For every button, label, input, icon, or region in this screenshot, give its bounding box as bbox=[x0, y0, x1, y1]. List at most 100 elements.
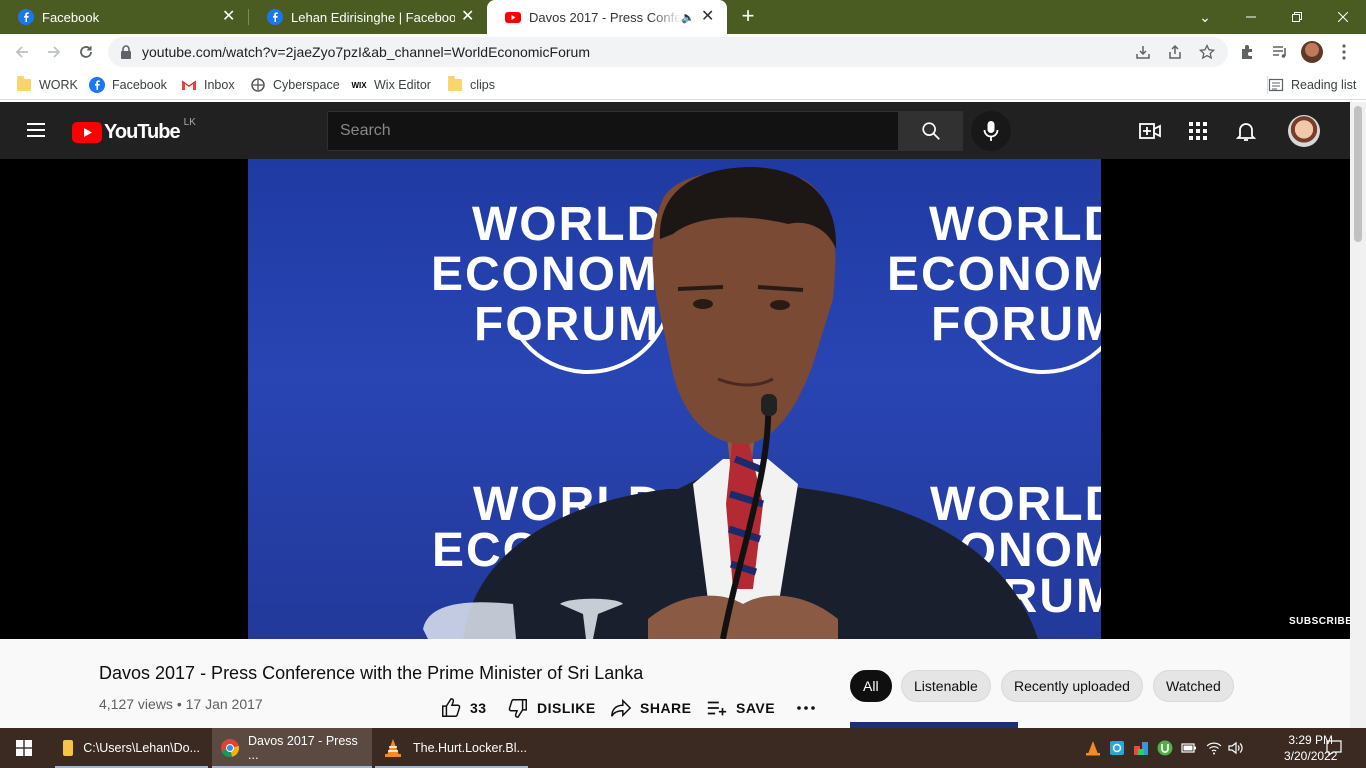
account-avatar[interactable] bbox=[1288, 115, 1320, 147]
new-tab-button[interactable]: + bbox=[736, 5, 760, 29]
kebab-menu-icon[interactable] bbox=[1334, 42, 1354, 62]
browser-toolbar: youtube.com/watch?v=2jaeZyo7pzI&ab_chann… bbox=[0, 34, 1366, 70]
reload-button[interactable] bbox=[73, 40, 99, 64]
close-icon bbox=[1338, 12, 1348, 22]
notifications-bell-icon[interactable] bbox=[1234, 119, 1258, 143]
create-video-icon[interactable] bbox=[1138, 119, 1162, 143]
media-controls-icon[interactable] bbox=[1270, 42, 1290, 62]
tab-lehan-facebook[interactable]: Lehan Edirisinghe | Facebook ✕ bbox=[249, 0, 487, 34]
windows-taskbar: C:\Users\Lehan\Do... Davos 2017 - Press … bbox=[0, 728, 1366, 768]
bookmark-cyberspace[interactable]: Cyberspace bbox=[250, 76, 340, 94]
bookmarks-bar: WORK Facebook Inbox Cyberspace WIX Wix E… bbox=[0, 70, 1366, 100]
facebook-icon bbox=[18, 9, 34, 25]
tab-title: Lehan Edirisinghe | Facebook bbox=[291, 9, 455, 25]
bookmark-work[interactable]: WORK bbox=[16, 76, 78, 94]
youtube-play-logo-icon bbox=[72, 121, 102, 143]
dislike-label: DISLIKE bbox=[537, 700, 596, 716]
cyberspace-icon bbox=[251, 78, 265, 92]
share-button[interactable]: SHARE bbox=[610, 697, 692, 719]
search-button[interactable] bbox=[899, 111, 963, 151]
vlc-icon bbox=[385, 739, 401, 757]
minimize-button[interactable] bbox=[1228, 0, 1274, 34]
tab-title: Facebook bbox=[42, 9, 100, 25]
bookmark-inbox[interactable]: Inbox bbox=[181, 76, 235, 94]
share-page-icon[interactable] bbox=[1167, 44, 1183, 60]
chip-listenable[interactable]: Listenable bbox=[901, 670, 991, 702]
close-tab-icon[interactable]: ✕ bbox=[701, 9, 717, 25]
tab-facebook[interactable]: Facebook ✕ bbox=[0, 0, 248, 34]
save-label: SAVE bbox=[736, 700, 776, 716]
volume-icon[interactable] bbox=[1228, 740, 1244, 756]
video-title: Davos 2017 - Press Conference with the P… bbox=[99, 663, 644, 683]
chip-recently-uploaded[interactable]: Recently uploaded bbox=[1001, 670, 1143, 702]
taskbar-file-explorer[interactable]: C:\Users\Lehan\Do... bbox=[55, 728, 208, 768]
close-window-button[interactable] bbox=[1320, 0, 1366, 34]
video-player[interactable]: WORLD ECONOMIC FORUM WORLD ECONOMIC FORU… bbox=[0, 159, 1352, 639]
microphone-icon bbox=[983, 121, 999, 141]
youtube-header: YouTube LK bbox=[0, 102, 1350, 159]
scrollbar-thumb[interactable] bbox=[1354, 106, 1362, 242]
address-bar[interactable]: youtube.com/watch?v=2jaeZyo7pzI&ab_chann… bbox=[108, 37, 1228, 67]
search-input[interactable] bbox=[328, 112, 898, 150]
taskbar-chrome[interactable]: Davos 2017 - Press ... bbox=[212, 728, 372, 768]
forward-button[interactable] bbox=[41, 40, 67, 64]
reading-list-button[interactable]: Reading list bbox=[1267, 76, 1356, 94]
gmail-icon bbox=[181, 80, 197, 90]
close-tab-icon[interactable]: ✕ bbox=[461, 9, 477, 25]
back-button[interactable] bbox=[9, 40, 35, 64]
dislike-button[interactable]: DISLIKE bbox=[507, 697, 596, 719]
taskbar-vlc[interactable]: The.Hurt.Locker.Bl... bbox=[375, 728, 528, 768]
search-icon bbox=[922, 122, 940, 140]
thumbs-down-icon bbox=[508, 699, 527, 718]
chip-all[interactable]: All bbox=[850, 670, 892, 702]
audio-playing-icon[interactable]: 🔈 bbox=[681, 11, 695, 24]
tab-davos-youtube[interactable]: Davos 2017 - Press Conference 🔈 ✕ bbox=[487, 0, 727, 34]
youtube-icon bbox=[505, 12, 521, 23]
bookmark-label: Cyberspace bbox=[273, 78, 340, 92]
close-tab-icon[interactable]: ✕ bbox=[222, 9, 238, 25]
bookmark-star-icon[interactable] bbox=[1199, 44, 1215, 60]
apps-grid-icon[interactable] bbox=[1186, 119, 1210, 143]
subscribe-watermark[interactable]: SUBSCRIBE bbox=[1289, 616, 1352, 627]
colorful-tray-icon[interactable] bbox=[1133, 740, 1149, 756]
page-scrollbar[interactable] bbox=[1350, 102, 1366, 728]
more-horizontal-icon bbox=[797, 706, 815, 710]
video-details: Davos 2017 - Press Conference with the P… bbox=[0, 639, 1350, 732]
minimize-icon bbox=[1246, 16, 1256, 18]
install-app-icon[interactable] bbox=[1135, 44, 1151, 60]
app-tray-icon[interactable] bbox=[1109, 740, 1125, 756]
reading-list-icon bbox=[1268, 78, 1284, 92]
bookmark-facebook[interactable]: Facebook bbox=[89, 76, 167, 94]
explorer-folder-icon bbox=[63, 740, 74, 756]
taskbar-item-label: The.Hurt.Locker.Bl... bbox=[413, 741, 527, 755]
tab-search-icon[interactable]: ⌄ bbox=[1182, 0, 1228, 34]
speaker-figure bbox=[423, 167, 1038, 639]
save-button[interactable]: SAVE bbox=[706, 697, 775, 719]
profile-avatar[interactable] bbox=[1301, 41, 1323, 63]
wifi-icon[interactable] bbox=[1206, 740, 1222, 756]
chip-watched[interactable]: Watched bbox=[1153, 670, 1234, 702]
youtube-logo[interactable]: YouTube LK bbox=[72, 117, 196, 143]
restore-button[interactable] bbox=[1274, 0, 1320, 34]
utorrent-tray-icon[interactable] bbox=[1157, 740, 1173, 756]
battery-icon[interactable] bbox=[1181, 740, 1197, 756]
like-count: 33 bbox=[470, 700, 487, 716]
notification-center-icon[interactable] bbox=[1325, 739, 1343, 757]
hamburger-menu-icon[interactable] bbox=[24, 118, 48, 142]
reload-icon bbox=[80, 46, 92, 58]
country-code: LK bbox=[183, 116, 196, 128]
more-actions-button[interactable] bbox=[796, 697, 824, 719]
voice-search-button[interactable] bbox=[971, 111, 1011, 151]
facebook-icon bbox=[267, 9, 283, 25]
like-button[interactable]: 33 bbox=[440, 697, 487, 719]
windows-logo-icon bbox=[16, 740, 32, 756]
start-button[interactable] bbox=[0, 728, 48, 768]
reading-list-label: Reading list bbox=[1291, 78, 1357, 92]
bookmark-wix-editor[interactable]: WIX Wix Editor bbox=[351, 76, 431, 94]
video-frame[interactable]: WORLD ECONOMIC FORUM WORLD ECONOMIC FORU… bbox=[248, 159, 1101, 639]
extensions-puzzle-icon[interactable] bbox=[1238, 42, 1258, 62]
vlc-tray-icon[interactable] bbox=[1085, 740, 1101, 756]
url-text[interactable]: youtube.com/watch?v=2jaeZyo7pzI&ab_chann… bbox=[142, 44, 590, 60]
youtube-search-box bbox=[327, 111, 899, 151]
bookmark-clips[interactable]: clips bbox=[447, 76, 495, 94]
